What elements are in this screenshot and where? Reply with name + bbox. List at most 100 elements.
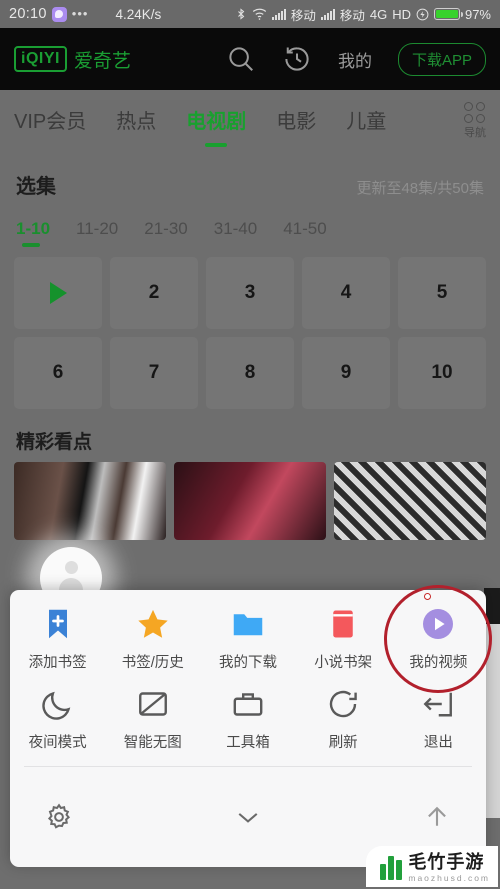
book-icon bbox=[325, 606, 361, 642]
menu-row-2: 夜间模式 智能无图 工具箱 刷新 退出 bbox=[10, 686, 486, 752]
episode-cell[interactable]: 7 bbox=[110, 337, 198, 409]
page-title: 选集 bbox=[16, 176, 56, 198]
nav-tab-tv-series[interactable]: 电视剧 bbox=[186, 105, 246, 138]
nav-tab-movie[interactable]: 电影 bbox=[276, 105, 316, 138]
play-circle-icon bbox=[420, 606, 456, 642]
menu-item-toolbox[interactable]: 工具箱 bbox=[200, 686, 295, 752]
status-time: 20:10 bbox=[9, 6, 47, 22]
menu-item-bookmarks-history[interactable]: 书签/历史 bbox=[105, 606, 200, 672]
browser-menu-panel: 添加书签 书签/历史 我的下载 小说书架 我的视频 夜间模式 智能无图 工具箱 … bbox=[10, 585, 493, 867]
network-speed: 4.24K/s bbox=[115, 6, 162, 22]
nav-grid-label: 导航 bbox=[464, 126, 486, 139]
highlights-title: 精彩看点 bbox=[16, 432, 93, 453]
exit-icon bbox=[420, 686, 456, 722]
nav-tab-kids[interactable]: 儿童 bbox=[346, 105, 386, 138]
nav-tab-hot[interactable]: 热点 bbox=[116, 105, 156, 138]
highlights-header: 精彩看点 bbox=[0, 409, 500, 462]
status-bar: 20:10 ••• 4.24K/s 移动 移动 4G HD 97% bbox=[0, 0, 500, 28]
carrier-label-1: 移动 bbox=[290, 8, 316, 23]
menu-label: 添加书签 bbox=[28, 655, 87, 671]
background-page-edge bbox=[484, 588, 500, 818]
episode-cell-playing[interactable] bbox=[14, 257, 102, 329]
menu-item-novel-shelf[interactable]: 小说书架 bbox=[296, 606, 391, 672]
site-watermark: 毛竹手游 maozhusd.com bbox=[366, 845, 498, 887]
header-actions: 我的 下载APP bbox=[226, 42, 486, 76]
menu-label: 工具箱 bbox=[226, 735, 270, 751]
menu-grid: 添加书签 书签/历史 我的下载 小说书架 我的视频 夜间模式 智能无图 工具箱 … bbox=[10, 585, 493, 758]
watermark-text: 毛竹手游 maozhusd.com bbox=[408, 853, 490, 883]
episode-count-status: 更新至48集/共50集 bbox=[356, 180, 484, 197]
signal-bars-icon bbox=[271, 8, 286, 20]
menu-label: 小说书架 bbox=[314, 655, 373, 671]
play-triangle-icon bbox=[49, 282, 67, 304]
wifi-icon bbox=[252, 7, 267, 21]
episode-cell[interactable]: 6 bbox=[14, 337, 102, 409]
menu-item-no-image-mode[interactable]: 智能无图 bbox=[105, 686, 200, 752]
episode-cell[interactable]: 8 bbox=[206, 337, 294, 409]
menu-item-exit[interactable]: 退出 bbox=[391, 686, 486, 752]
no-image-icon bbox=[135, 686, 171, 722]
download-app-button[interactable]: 下载APP bbox=[397, 42, 486, 76]
highlights-thumbnail-strip bbox=[0, 462, 500, 540]
mine-link[interactable]: 我的 bbox=[338, 47, 372, 72]
category-nav: VIP会员 热点 电视剧 电影 儿童 导航 bbox=[0, 90, 500, 152]
episode-range-tabs: 1-10 11-20 21-30 31-40 41-50 bbox=[0, 205, 500, 249]
arrow-up-icon[interactable] bbox=[422, 802, 452, 832]
menu-item-my-downloads[interactable]: 我的下载 bbox=[200, 606, 295, 672]
refresh-icon bbox=[325, 686, 361, 722]
range-tab-21-30[interactable]: 21-30 bbox=[144, 219, 187, 249]
menu-row-1: 添加书签 书签/历史 我的下载 小说书架 我的视频 bbox=[10, 585, 493, 693]
moon-icon bbox=[40, 686, 76, 722]
episode-section-header: 选集 更新至48集/共50集 bbox=[0, 152, 500, 205]
watermark-site: maozhusd.com bbox=[408, 872, 490, 883]
app-badge-icon bbox=[51, 6, 67, 22]
network-type-label: 4G bbox=[369, 6, 388, 22]
highlight-thumbnail[interactable] bbox=[174, 462, 326, 540]
range-tab-1-10[interactable]: 1-10 bbox=[16, 219, 50, 249]
status-badge bbox=[424, 593, 432, 600]
range-tab-11-20[interactable]: 11-20 bbox=[76, 219, 118, 249]
folder-icon bbox=[230, 606, 266, 642]
gear-icon[interactable] bbox=[44, 802, 74, 832]
episode-cell[interactable]: 9 bbox=[302, 337, 390, 409]
menu-label: 智能无图 bbox=[123, 735, 182, 751]
highlight-thumbnail[interactable] bbox=[14, 462, 166, 540]
carrier-label-2: 移动 bbox=[339, 8, 365, 23]
menu-label: 刷新 bbox=[328, 735, 358, 751]
episode-cell[interactable]: 3 bbox=[206, 257, 294, 329]
iqiyi-logo-mark[interactable]: iQIYI bbox=[14, 46, 67, 72]
menu-label: 夜间模式 bbox=[28, 735, 87, 751]
hd-label: HD bbox=[392, 6, 411, 22]
star-icon bbox=[135, 606, 171, 642]
highlight-thumbnail[interactable] bbox=[334, 462, 486, 540]
episode-cell[interactable]: 4 bbox=[302, 257, 390, 329]
nav-grid-button[interactable]: 导航 bbox=[464, 101, 486, 141]
iqiyi-logo-text[interactable]: 爱奇艺 bbox=[74, 46, 131, 73]
search-icon[interactable] bbox=[226, 44, 256, 74]
grid-dots-icon bbox=[464, 101, 486, 123]
status-overflow-dots: ••• bbox=[71, 6, 89, 21]
chevron-down-icon[interactable] bbox=[233, 802, 263, 832]
menu-item-night-mode[interactable]: 夜间模式 bbox=[10, 686, 105, 752]
battery-icon bbox=[433, 8, 463, 20]
episode-cell[interactable]: 10 bbox=[398, 337, 486, 409]
episode-cell[interactable]: 2 bbox=[110, 257, 198, 329]
menu-item-add-bookmark[interactable]: 添加书签 bbox=[10, 606, 105, 672]
status-right-group: 移动 移动 4G HD 97% bbox=[235, 5, 491, 24]
range-tab-31-40[interactable]: 31-40 bbox=[214, 219, 257, 249]
episode-grid: 2 3 4 5 6 7 8 9 10 bbox=[0, 249, 500, 409]
screen: 20:10 ••• 4.24K/s 移动 移动 4G HD 97% iQIYI bbox=[0, 0, 500, 889]
menu-item-my-video[interactable]: 我的视频 bbox=[384, 585, 493, 693]
site-header: iQIYI 爱奇艺 我的 下载APP bbox=[0, 28, 500, 90]
menu-label: 退出 bbox=[423, 735, 453, 751]
bluetooth-icon bbox=[235, 7, 247, 21]
bamboo-logo-icon bbox=[380, 854, 403, 881]
history-clock-icon[interactable] bbox=[282, 44, 312, 74]
menu-item-refresh[interactable]: 刷新 bbox=[296, 686, 391, 752]
nav-tab-vip[interactable]: VIP会员 bbox=[14, 105, 86, 138]
signal-bars-icon-2 bbox=[320, 8, 335, 20]
episode-cell[interactable]: 5 bbox=[398, 257, 486, 329]
range-tab-41-50[interactable]: 41-50 bbox=[283, 219, 326, 249]
bookmark-plus-icon bbox=[40, 606, 76, 642]
menu-label: 我的视频 bbox=[409, 655, 468, 671]
